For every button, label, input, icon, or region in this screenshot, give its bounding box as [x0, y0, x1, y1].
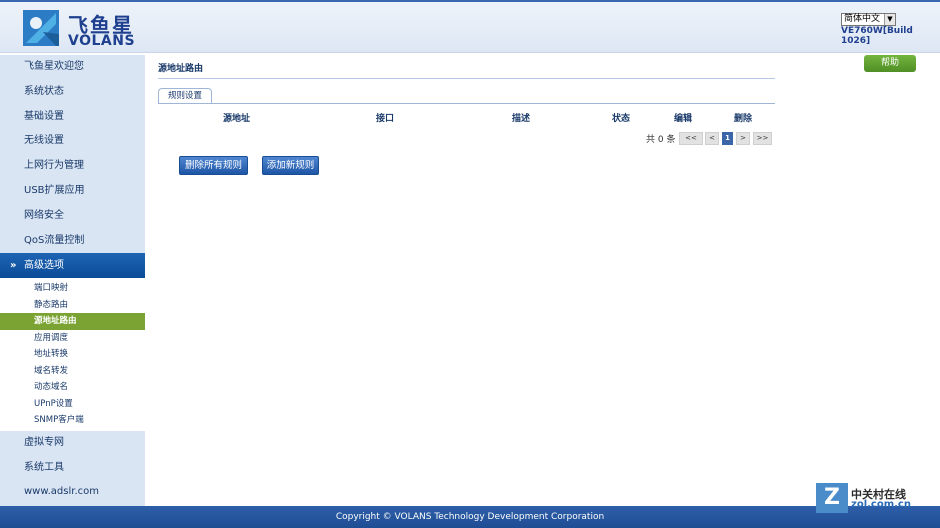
language-select[interactable]: 简体中文 ▼ — [841, 13, 896, 26]
help-button[interactable]: 帮助 — [864, 55, 916, 72]
logo-text-en: VOLANS — [68, 33, 136, 49]
column-header-interface: 接口 — [376, 114, 395, 124]
advanced-submenu: 端口映射 静态路由 源地址路由 应用调度 地址转换 域名转发 动态域名 UPnP… — [0, 278, 145, 431]
page-title: 源地址路由 — [158, 64, 204, 74]
watermark-url: zol.com.cn — [851, 499, 911, 510]
submenu-item-ddns[interactable]: 动态域名 — [0, 379, 145, 396]
tab-rule-settings[interactable]: 规则设置 — [158, 88, 212, 103]
volans-logo-icon — [23, 10, 59, 46]
column-header-status: 状态 — [612, 114, 631, 124]
pager-first-button[interactable]: << — [679, 132, 703, 145]
double-chevron-down-icon: » — [10, 260, 17, 272]
column-header-delete: 删除 — [734, 114, 753, 124]
column-header-edit: 编辑 — [674, 114, 693, 124]
sidebar-item-advanced-label: 高级选项 — [24, 260, 64, 272]
footer-copyright: Copyright © VOLANS Technology Developmen… — [0, 506, 940, 528]
chevron-down-icon[interactable]: ▼ — [884, 14, 895, 25]
submenu-item-port-mapping[interactable]: 端口映射 — [0, 280, 145, 297]
column-header-source: 源地址 — [223, 114, 251, 124]
sidebar: 飞鱼星欢迎您 系统状态 基础设置 无线设置 上网行为管理 USB扩展应用 网络安… — [0, 55, 145, 506]
sidebar-item-system-tools[interactable]: 系统工具 — [0, 456, 145, 481]
sidebar-item-network-security[interactable]: 网络安全 — [0, 204, 145, 229]
sidebar-item-system-status[interactable]: 系统状态 — [0, 80, 145, 105]
pager-last-button[interactable]: >> — [753, 132, 772, 145]
title-divider — [158, 78, 775, 79]
sidebar-link-website[interactable]: www.adslr.com — [0, 480, 145, 505]
sidebar-item-usb-apps[interactable]: USB扩展应用 — [0, 179, 145, 204]
zol-logo-icon: Z — [816, 483, 848, 513]
tab-divider — [158, 103, 775, 104]
sidebar-item-welcome[interactable]: 飞鱼星欢迎您 — [0, 55, 145, 80]
language-select-value: 简体中文 — [844, 14, 881, 24]
sidebar-item-vpn[interactable]: 虚拟专网 — [0, 431, 145, 456]
sidebar-item-advanced[interactable]: » 高级选项 — [0, 253, 145, 279]
sidebar-item-basic-settings[interactable]: 基础设置 — [0, 105, 145, 130]
submenu-item-upnp[interactable]: UPnP设置 — [0, 396, 145, 413]
submenu-item-nat[interactable]: 地址转换 — [0, 346, 145, 363]
pager-count: 共 0 条 — [646, 135, 676, 145]
sidebar-item-behavior-management[interactable]: 上网行为管理 — [0, 154, 145, 179]
sidebar-item-wireless-settings[interactable]: 无线设置 — [0, 129, 145, 154]
firmware-build: VE760W[Build 1026] — [841, 26, 913, 46]
pager-prev-button[interactable]: < — [705, 132, 719, 145]
add-rule-button[interactable]: 添加新规则 — [262, 156, 319, 175]
header: 飞鱼星 VOLANS 简体中文 ▼ VE760W[Build 1026] — [0, 0, 940, 53]
submenu-item-source-route[interactable]: 源地址路由 — [0, 313, 145, 330]
submenu-item-snmp[interactable]: SNMP客户端 — [0, 412, 145, 429]
sidebar-item-qos[interactable]: QoS流量控制 — [0, 229, 145, 254]
submenu-item-app-schedule[interactable]: 应用调度 — [0, 330, 145, 347]
column-header-description: 描述 — [512, 114, 531, 124]
submenu-item-static-route[interactable]: 静态路由 — [0, 297, 145, 314]
delete-all-rules-button[interactable]: 删除所有规则 — [179, 156, 248, 175]
pager-current-page[interactable]: 1 — [722, 132, 733, 145]
pager-next-button[interactable]: > — [736, 132, 750, 145]
submenu-item-dns-forward[interactable]: 域名转发 — [0, 363, 145, 380]
